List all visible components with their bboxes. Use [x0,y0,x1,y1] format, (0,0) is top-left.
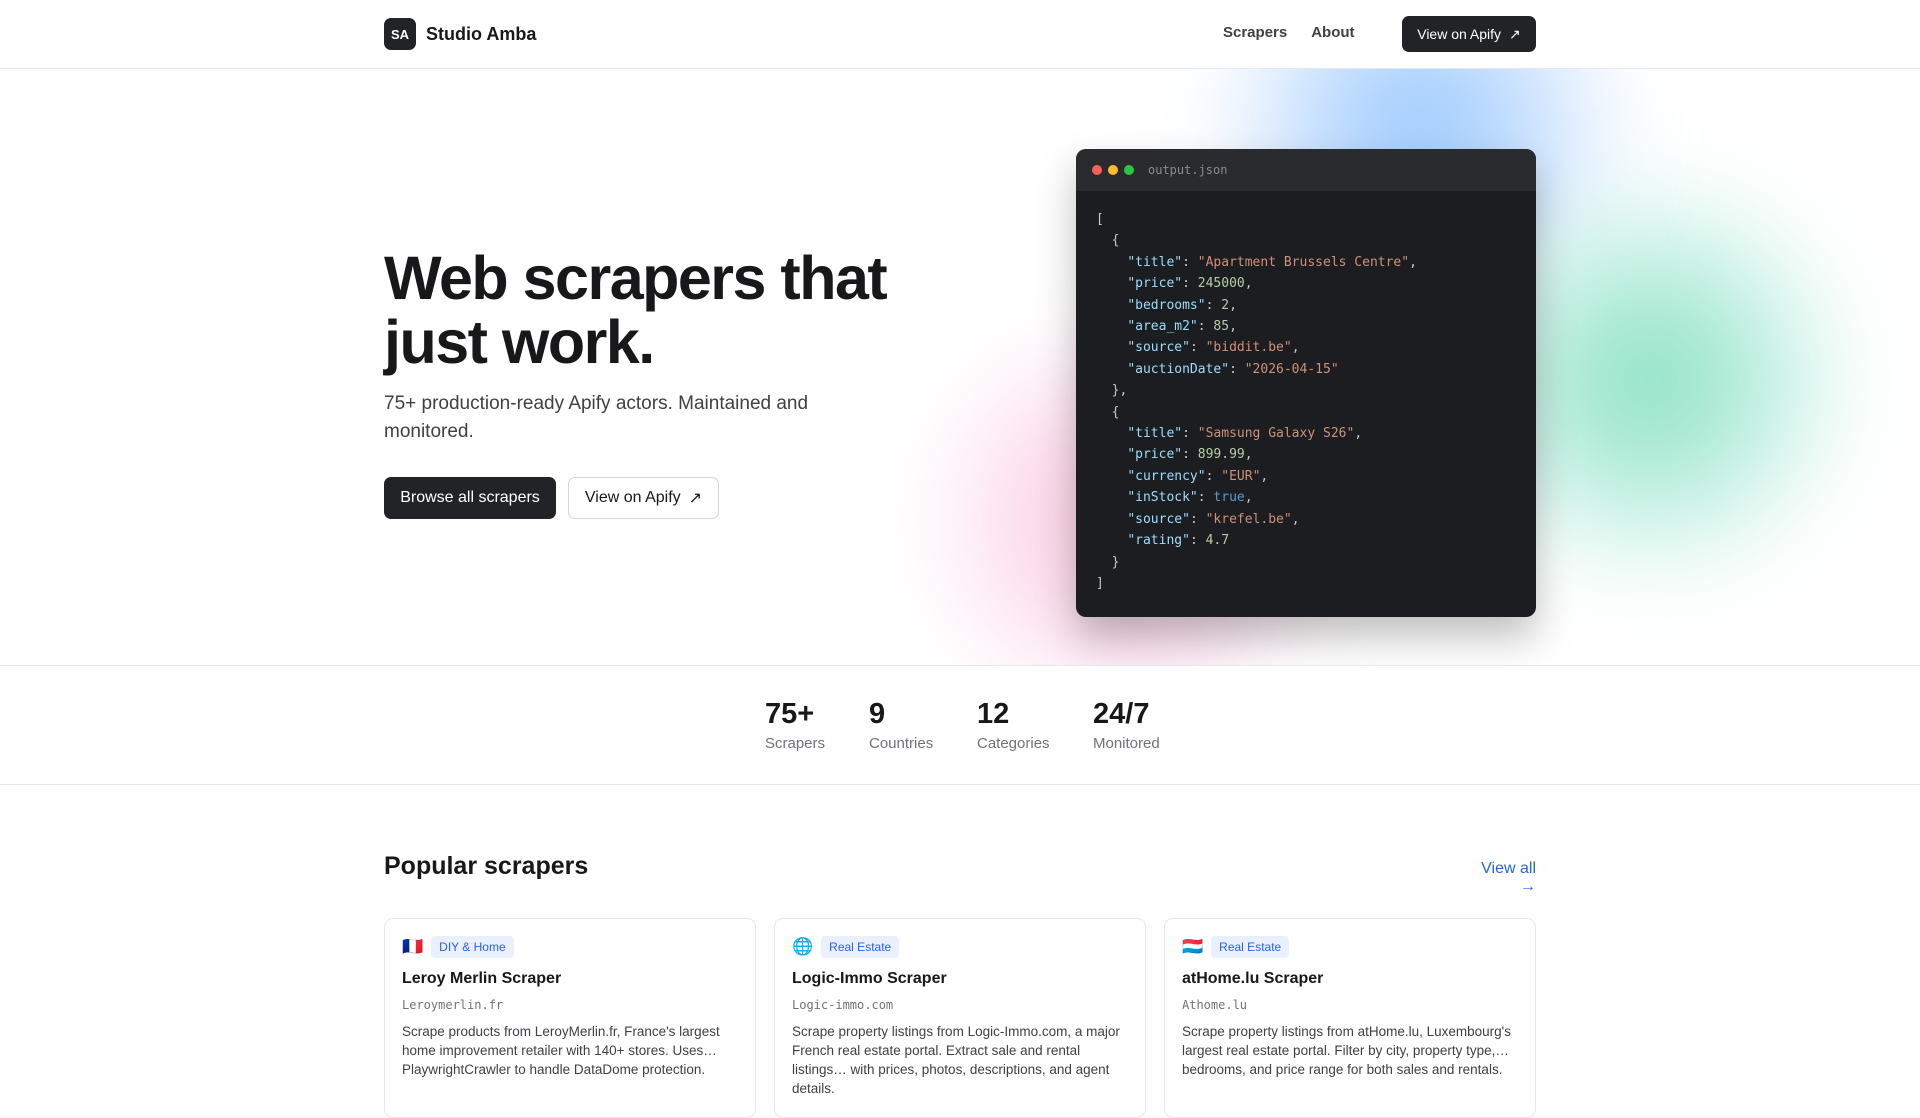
arrow-up-right-icon: ↗ [1509,25,1521,42]
card-title: Logic-Immo Scraper [792,970,947,987]
scraper-card[interactable]: 🌐 Real Estate Logic-Immo Scraper Logic-im… [774,918,1146,1118]
scraper-card[interactable]: 🇱🇺 Real Estate atHome.lu Scraper Athome.l… [1164,918,1536,1118]
view-on-apify-nav-button[interactable]: View on Apify ↗ [1402,16,1536,52]
category-tag: Real Estate [1211,936,1290,958]
category-tag: DIY & Home [431,936,514,958]
maximize-dot-icon [1124,165,1134,175]
stat-label: Monitored [1093,735,1160,752]
arrow-up-right-icon: ↗ [688,490,703,507]
stat-value: 9 [869,698,886,730]
nav-link-about[interactable]: About [1311,24,1354,41]
hero-title: Web scrapers that just work. [384,244,888,376]
browse-all-scrapers-button[interactable]: Browse all scrapers [384,477,556,519]
logo-badge: SA [384,18,416,50]
stat-value: 75+ [765,698,815,730]
view-all-link[interactable]: View all → [1466,860,1536,896]
close-dot-icon [1092,165,1102,175]
france-flag-icon: 🇫🇷 [402,937,424,956]
minimize-dot-icon [1108,165,1118,175]
json-output: [ { "title": "Apartment Brussels Centre"… [1096,212,1417,591]
scraper-card[interactable]: 🇫🇷 DIY & Home Leroy Merlin Scraper Leroym… [384,918,756,1118]
button-label: View on Apify [584,489,681,506]
top-nav: SA Studio Amba Scrapers About View on Ap… [0,0,1920,69]
card-description: Scrape property listings from atHome.lu,… [1182,1024,1511,1077]
code-filename: output.json [1148,163,1228,177]
globe-icon: 🌐 [792,937,814,956]
card-description: Scrape products from LeroyMerlin.fr, Fra… [402,1024,720,1077]
card-domain: Leroymerlin.fr [402,998,504,1012]
stat-label: Countries [869,735,934,752]
stat-label: Categories [977,735,1050,752]
brand-name: Studio Amba [426,23,537,44]
card-domain: Athome.lu [1182,998,1248,1012]
card-title: atHome.lu Scraper [1182,970,1324,987]
stat-categories: 12 Categories [977,698,1050,752]
category-tag: Real Estate [821,936,900,958]
view-on-apify-button[interactable]: View on Apify ↗ [568,477,719,519]
hero-subtitle: 75+ production-ready Apify actors. Maint… [384,393,809,442]
card-title: Leroy Merlin Scraper [402,970,562,987]
stat-value: 24/7 [1093,698,1150,730]
button-label: View on Apify [1417,26,1502,42]
luxembourg-flag-icon: 🇱🇺 [1182,937,1204,956]
brand-logo[interactable]: SA Studio Amba [384,18,536,50]
stat-countries: 9 Countries [869,698,933,752]
card-domain: Logic-immo.com [792,998,894,1012]
nav-link-scrapers[interactable]: Scrapers [1223,24,1287,41]
stat-value: 12 [977,698,1010,730]
stat-scrapers: 75+ Scrapers [765,698,825,752]
stat-label: Scrapers [765,735,826,752]
stat-monitored: 24/7 Monitored [1093,698,1160,752]
code-window: output.json [ { "title": "Apartment Brus… [1076,149,1536,617]
section-title: Popular scrapers [384,852,589,880]
card-description: Scrape property listings from Logic-Immo… [792,1024,1120,1096]
stats-band: 75+ Scrapers 9 Countries 12 Categories 24/7… [0,665,1920,785]
